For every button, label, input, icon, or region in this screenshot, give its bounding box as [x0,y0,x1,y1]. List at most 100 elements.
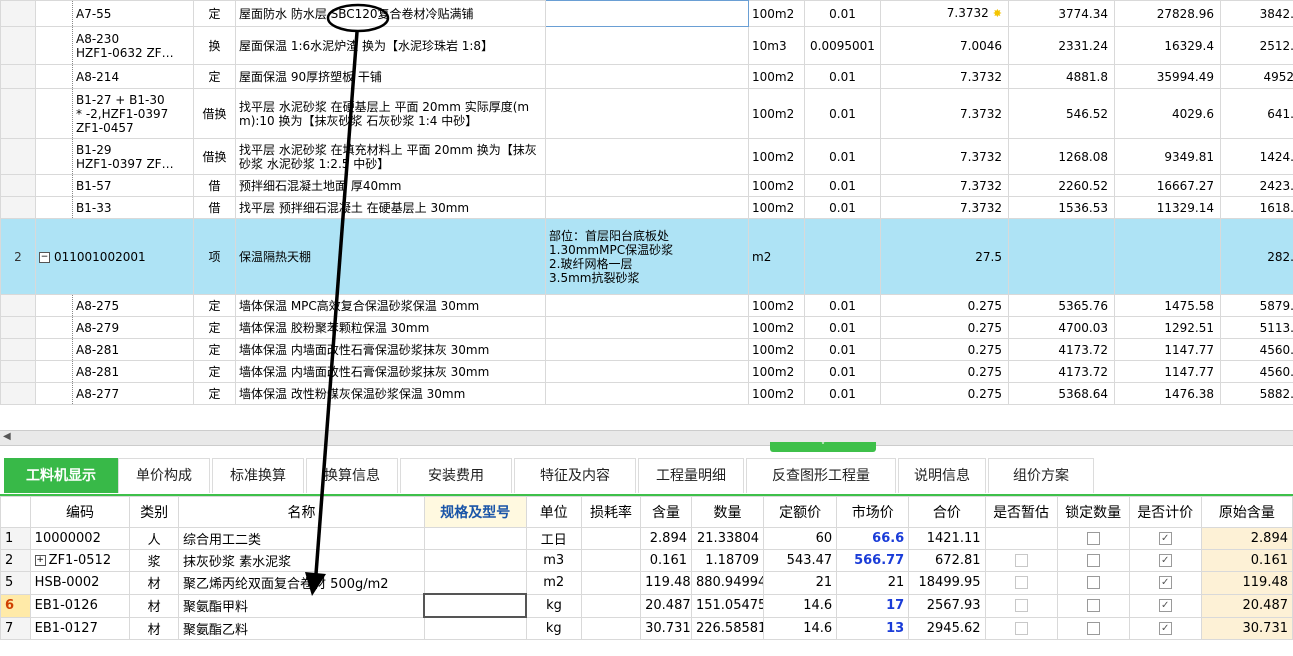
name-cell[interactable]: 屋面保温 90厚挤塑板 干铺 [235,64,546,89]
material-spec[interactable] [423,593,528,618]
lock-quantity-checkbox[interactable] [1086,532,1100,545]
category-header[interactable]: 类别 [129,496,180,528]
quantity-cell[interactable]: 7.3732 [880,196,1009,219]
type-cell[interactable]: 定 [193,64,236,89]
original-content[interactable]: 2.894 [1200,527,1293,550]
total-price-cell[interactable]: 9349.81 [1114,138,1221,175]
lock-quantity-checkbox[interactable] [1086,599,1100,612]
material-row[interactable]: 1 10000002 人综合用工二类 工日 2.894 21.33804 60 66.6 142… [0,527,1293,550]
unit-price-cell[interactable]: 546.52 [1008,88,1115,139]
row-index[interactable]: 7 [0,616,31,640]
content-cell[interactable]: 0.01 [804,88,881,139]
quota-price[interactable]: 21 [763,571,838,595]
type-cell[interactable]: 定 [193,0,236,27]
market-price[interactable]: 21 [836,571,910,595]
name-cell[interactable]: 墙体保温 内墙面改性石膏保温砂浆抹灰 30mm [235,360,546,383]
type-cell[interactable]: 借 [193,196,236,219]
name-cell[interactable]: 找平层 水泥砂浆 在填充材料上 平面 20mm 换为【抹灰砂浆 水泥砂浆 1:2… [235,138,546,175]
quota-row[interactable]: B1-29 HZF1-0397 ZF… 借换 找平层 水泥砂浆 在填充材料上 平面 … [0,138,1293,175]
code-cell[interactable]: A8-279 [35,316,194,339]
lock-quantity-checkbox[interactable] [1086,621,1100,635]
feature-desc-cell[interactable] [545,294,749,317]
quantity-cell[interactable]: 0.275 [880,316,1009,339]
code-cell[interactable]: A8-281 [35,360,194,383]
row-index[interactable]: 1 [0,527,31,550]
material-content[interactable]: 20.487 [640,593,692,618]
unit-price-cell[interactable]: 4700.03 [1008,316,1115,339]
row-index[interactable] [0,0,36,27]
estimate-header[interactable]: 是否暂估 [984,496,1058,528]
quantity-cell[interactable]: 0.275 [880,294,1009,317]
row-index[interactable] [0,294,36,317]
name-header[interactable]: 名称 [178,496,425,528]
quantity-cell[interactable]: 0.275 [880,338,1009,361]
material-total[interactable]: 2945.62 [908,616,986,640]
unit-cell[interactable]: 100m2 [748,88,805,139]
name-cell[interactable]: 找平层 预拌细石混凝土 在硬基层上 30mm [235,196,546,219]
name-cell[interactable]: 屋面防水 防水层 SBC120复合卷材冷贴满铺 [235,0,546,27]
feature-desc-cell[interactable] [545,360,749,383]
total-price-cell[interactable]: 1475.58 [1114,294,1221,317]
feature-desc-cell[interactable] [545,174,749,197]
tab-4[interactable]: 换算信息 [306,458,398,493]
quota-row[interactable]: A7-55 定屋面防水 防水层 SBC120复合卷材冷贴满铺 100m2 0.01 7.… [0,0,1293,27]
priced-cell[interactable]: ✓ [1128,593,1202,618]
type-cell[interactable]: 定 [193,294,236,317]
material-category[interactable]: 材 [129,593,180,618]
feature-desc-cell[interactable] [545,382,749,405]
tab-6[interactable]: 特征及内容 [514,458,636,493]
feature-desc-cell[interactable] [545,26,749,65]
material-content[interactable]: 0.161 [640,549,692,572]
quota-price[interactable]: 543.47 [763,549,838,572]
row-index[interactable]: 2 [0,549,31,572]
estimate-cell[interactable] [984,616,1058,640]
unit-price-cell[interactable]: 1268.08 [1008,138,1115,175]
unit-cell[interactable]: 100m2 [748,338,805,361]
name-cell[interactable]: 墙体保温 内墙面改性石膏保温砂浆抹灰 30mm [235,338,546,361]
original-content[interactable]: 119.48 [1200,571,1293,595]
unit-price-cell[interactable]: 5368.64 [1008,382,1115,405]
material-content[interactable]: 2.894 [640,527,692,550]
expand-icon[interactable]: + [34,555,46,566]
content-cell[interactable]: 0.01 [804,138,881,175]
quantity-cell[interactable]: 7.3732 [880,174,1009,197]
quota-row[interactable]: A8-214 定屋面保温 90厚挤塑板 干铺 100m2 0.01 7.3732 4881… [0,64,1293,89]
unit-cell[interactable]: 100m2 [748,360,805,383]
quantity-cell[interactable]: 7.3732 [880,64,1009,89]
code-cell[interactable]: B1-27 + B1-30 * -2,HZF1-0397 ZF1-0457 [35,88,194,139]
row-index[interactable] [0,360,36,383]
total-price-cell[interactable] [1114,218,1221,295]
next-column-cell[interactable]: 4560. [1220,360,1293,383]
material-category[interactable]: 浆 [129,549,180,572]
row-index[interactable] [0,196,36,219]
unit-cell[interactable]: 100m2 [748,64,805,89]
total-price-cell[interactable]: 1147.77 [1114,360,1221,383]
material-total[interactable]: 18499.95 [908,571,986,595]
material-code[interactable]: HSB-0002 [29,571,131,595]
quota-row[interactable]: B1-27 + B1-30 * -2,HZF1-0397 ZF1-0457 借换找… [0,88,1293,139]
name-cell[interactable]: 预拌细石混凝土地面 厚40mm [235,174,546,197]
next-column-cell[interactable]: 4560. [1220,338,1293,361]
material-spec[interactable] [423,549,527,572]
priced-checkbox[interactable]: ✓ [1158,532,1172,545]
priced-cell[interactable]: ✓ [1128,571,1202,595]
unit-cell[interactable]: 100m2 [748,174,805,197]
unit-cell[interactable]: 100m2 [748,0,805,27]
quota-price[interactable]: 60 [763,527,838,550]
feature-desc-cell[interactable] [545,64,749,89]
estimate-cell[interactable] [984,571,1058,595]
material-category[interactable]: 材 [129,571,180,595]
quota-price[interactable]: 14.6 [763,593,838,618]
material-category[interactable]: 人 [129,527,180,550]
total-header[interactable]: 合价 [908,496,986,528]
original-content[interactable]: 0.161 [1200,549,1293,572]
code-cell[interactable]: A8-275 [35,294,194,317]
quota-row[interactable]: A8-277 定墙体保温 改性粉煤灰保温砂浆保温 30mm 100m2 0.01 0.2… [0,382,1293,405]
total-price-cell[interactable]: 16329.4 [1114,26,1221,65]
content-cell[interactable]: 0.01 [804,316,881,339]
feature-desc-cell[interactable] [545,0,749,27]
market-price[interactable]: 566.77 [836,549,910,572]
quota-row[interactable]: A8-281 定墙体保温 内墙面改性石膏保温砂浆抹灰 30mm 100m2 0.01 0… [0,338,1293,361]
code-cell[interactable]: A8-230 HZF1-0632 ZF… [35,26,194,65]
lock-quantity-cell[interactable] [1056,571,1130,595]
